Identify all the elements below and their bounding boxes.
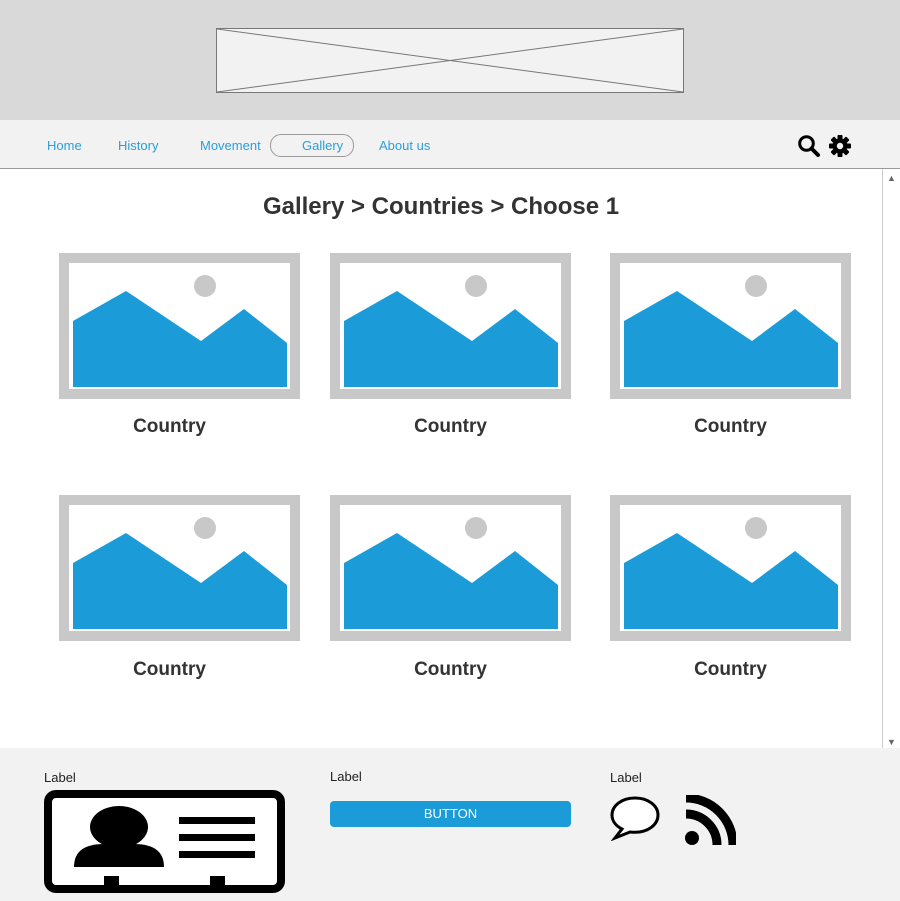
page-title: Gallery > Countries > Choose 1: [262, 193, 620, 220]
rss-icon[interactable]: [684, 793, 738, 847]
card-label: Country: [414, 416, 487, 437]
nav-item-movement[interactable]: Movement: [200, 138, 261, 154]
card-label: Country: [133, 416, 206, 437]
image-icon: [73, 275, 287, 387]
nav-item-about-us[interactable]: About us: [379, 138, 430, 154]
image-placeholder: [69, 505, 290, 631]
gallery-card-3[interactable]: [610, 253, 851, 399]
gallery-card-4[interactable]: [59, 495, 300, 641]
id-card-icon: [44, 790, 285, 893]
card-label: Country: [133, 659, 206, 680]
card-label: Country: [414, 659, 487, 680]
image-placeholder: [620, 263, 841, 389]
gallery-card-2[interactable]: [330, 253, 571, 399]
image-placeholder: [620, 505, 841, 631]
image-placeholder: [340, 505, 561, 631]
nav-item-home[interactable]: Home: [47, 138, 82, 154]
card-label: Country: [694, 659, 767, 680]
gallery-card-5[interactable]: [330, 495, 571, 641]
gear-icon[interactable]: [828, 134, 852, 158]
image-placeholder: [340, 263, 561, 389]
scroll-down-arrow[interactable]: ▼: [887, 737, 896, 747]
logo-placeholder: [216, 28, 684, 93]
scrollbar[interactable]: [882, 169, 900, 748]
footer-label-2: Label: [330, 769, 362, 784]
footer-button[interactable]: BUTTON: [330, 801, 571, 827]
image-icon: [624, 517, 838, 629]
card-label: Country: [694, 416, 767, 437]
gallery-card-1[interactable]: [59, 253, 300, 399]
image-icon: [344, 517, 558, 629]
footer-label-3: Label: [610, 770, 642, 785]
image-icon: [344, 275, 558, 387]
image-icon: [624, 275, 838, 387]
search-icon[interactable]: [797, 134, 821, 158]
gallery-card-6[interactable]: [610, 495, 851, 641]
image-icon: [73, 517, 287, 629]
image-placeholder: [69, 263, 290, 389]
nav-item-gallery[interactable]: Gallery: [302, 138, 343, 154]
nav-item-history[interactable]: History: [118, 138, 158, 154]
scroll-up-arrow[interactable]: ▲: [887, 173, 896, 183]
footer-label-1: Label: [44, 770, 76, 785]
speech-bubble-icon[interactable]: [609, 795, 661, 842]
